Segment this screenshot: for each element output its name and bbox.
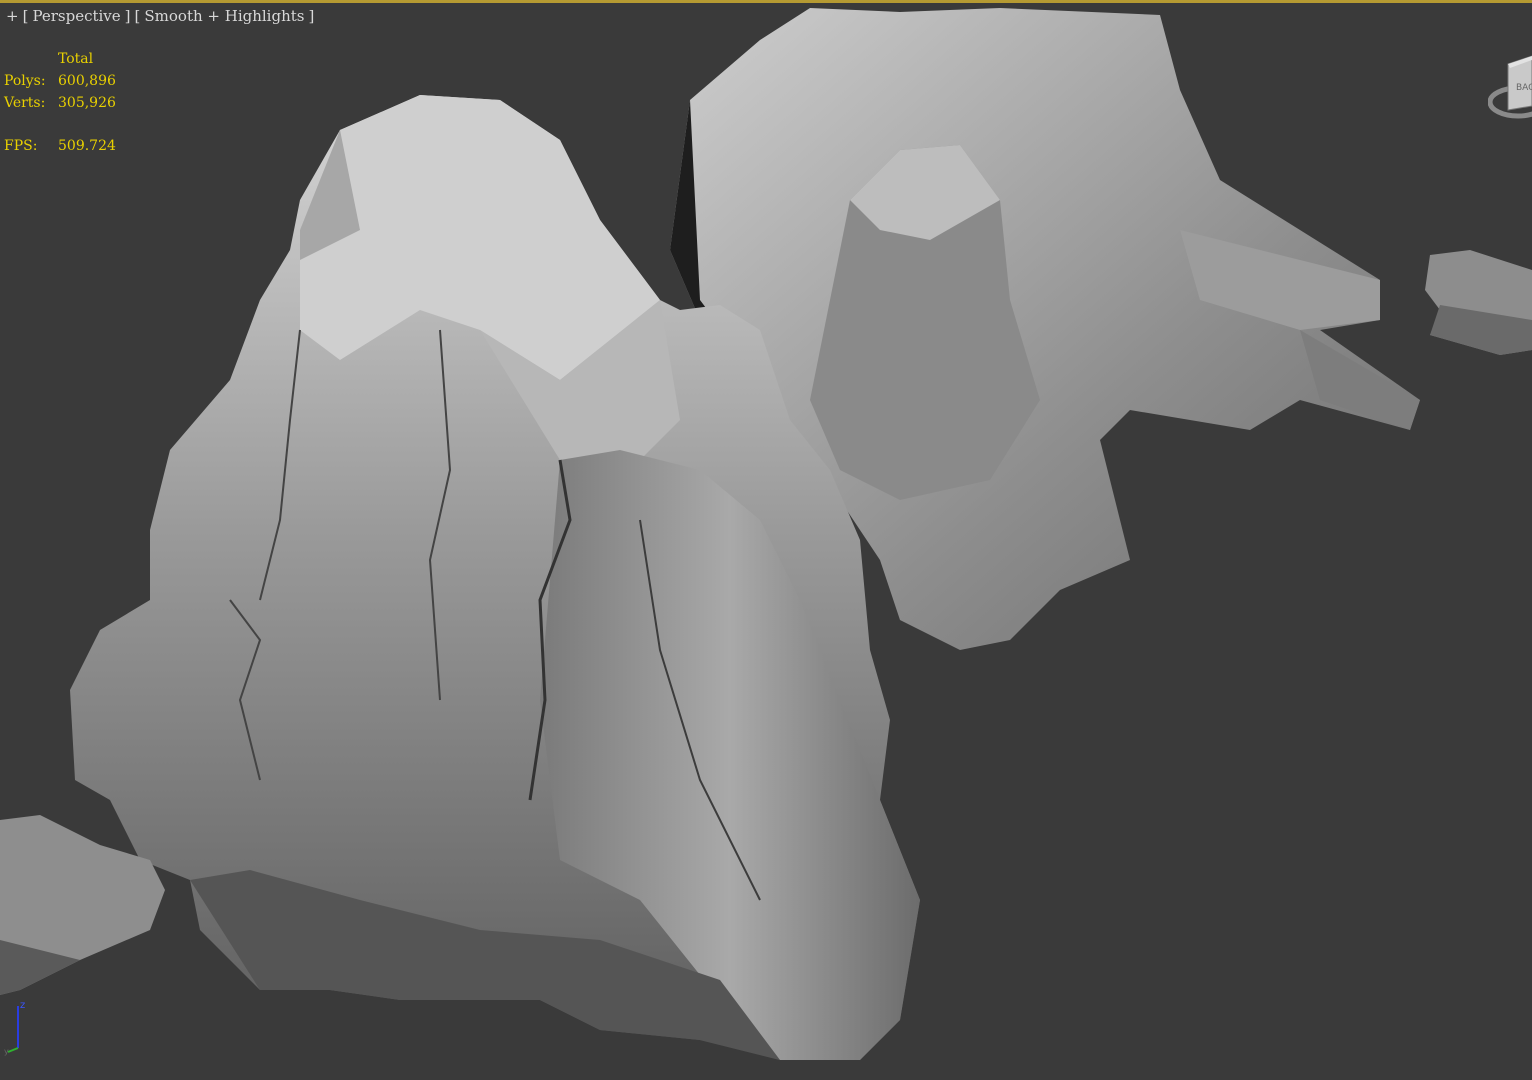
axis-z-label: z bbox=[20, 1000, 25, 1011]
viewcube-icon[interactable]: BAC bbox=[1488, 50, 1532, 130]
fps-value: 509.724 bbox=[58, 138, 116, 154]
statistics-overlay: Total Polys: 600,896 Verts: 305,926 FPS: 50… bbox=[4, 48, 116, 157]
verts-label: Verts: bbox=[4, 95, 46, 111]
viewport-label[interactable]: + [ Perspective ] [ Smooth + Highlights … bbox=[6, 7, 314, 25]
viewcube-face-label: BAC bbox=[1516, 83, 1532, 93]
viewport-general-menu[interactable]: + bbox=[6, 7, 19, 25]
perspective-viewport[interactable]: + [ Perspective ] [ Smooth + Highlights … bbox=[0, 0, 1532, 1080]
fps-label: FPS: bbox=[4, 138, 38, 154]
polys-value: 600,896 bbox=[58, 73, 116, 89]
viewport-bracket-open-2: [ bbox=[134, 7, 141, 25]
axis-tripod-icon: z y bbox=[4, 1000, 25, 1056]
rock-model-render[interactable] bbox=[0, 0, 1532, 1080]
polys-label: Polys: bbox=[4, 73, 46, 89]
viewport-point-of-view-menu[interactable]: Perspective bbox=[32, 7, 120, 25]
viewport-bracket-close-2: ] bbox=[308, 7, 315, 25]
viewport-bracket-open: [ bbox=[22, 7, 29, 25]
viewport-bracket-close: ] bbox=[124, 7, 131, 25]
axis-y-label: y bbox=[4, 1047, 9, 1056]
viewport-shading-menu[interactable]: Smooth + Highlights bbox=[144, 7, 304, 25]
verts-value: 305,926 bbox=[58, 95, 116, 111]
stats-total-header: Total bbox=[58, 51, 94, 67]
